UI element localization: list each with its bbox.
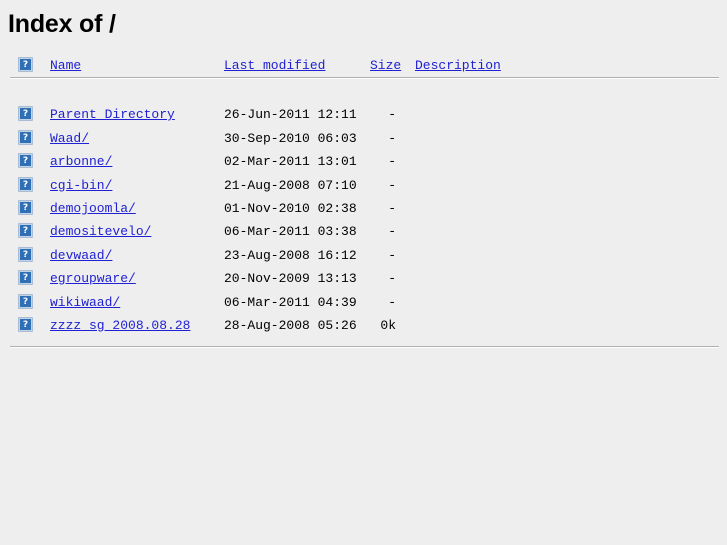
entry-last-modified: 23-Aug-2008 16:12 (224, 247, 357, 263)
entry-name[interactable]: devwaad/ (50, 244, 112, 267)
entry-link[interactable]: Parent Directory (50, 107, 175, 122)
broken-image-icon (18, 223, 33, 239)
table-row[interactable]: egroupware/ 20-Nov-2009 13:13 - (0, 267, 727, 290)
broken-image-icon (18, 176, 33, 192)
table-row[interactable]: demojoomla/ 01-Nov-2010 02:38 - (0, 197, 727, 220)
broken-image-icon (18, 270, 33, 286)
sort-by-date-link[interactable]: Last modified (224, 58, 325, 73)
column-header-size[interactable]: Size (370, 54, 401, 77)
entry-last-modified: 01-Nov-2010 02:38 (224, 200, 357, 216)
entry-name[interactable]: demositevelo/ (50, 220, 151, 243)
entry-link[interactable]: demojoomla/ (50, 201, 136, 216)
listing-spacer (0, 79, 727, 103)
broken-image-icon (18, 316, 33, 332)
entry-last-modified: 02-Mar-2011 13:01 (224, 154, 357, 170)
entry-name[interactable]: cgi-bin/ (50, 174, 112, 197)
entry-last-modified: 28-Aug-2008 05:26 (224, 317, 357, 333)
entry-size: - (388, 247, 396, 263)
entry-name[interactable]: Parent Directory (50, 103, 175, 126)
broken-image-icon (18, 129, 33, 145)
entry-link[interactable]: devwaad/ (50, 248, 112, 263)
entry-last-modified: 26-Jun-2011 12:11 (224, 107, 357, 123)
page-title-text: Index of / (8, 10, 116, 38)
listing-bottom-spacer (0, 337, 727, 346)
table-row[interactable]: arbonne/ 02-Mar-2011 13:01 - (0, 150, 727, 173)
entry-link[interactable]: demositevelo/ (50, 224, 151, 239)
broken-image-icon (18, 153, 33, 169)
entry-last-modified: 06-Mar-2011 03:38 (224, 224, 357, 240)
sort-by-size-link[interactable]: Size (370, 58, 401, 73)
table-row[interactable]: devwaad/ 23-Aug-2008 16:12 - (0, 244, 727, 267)
directory-index-page: Index of / Name Last modified Size Descr… (0, 0, 727, 349)
entry-name[interactable]: egroupware/ (50, 267, 136, 290)
broken-image-icon (18, 57, 33, 72)
entry-link[interactable]: cgi-bin/ (50, 178, 112, 193)
broken-image-icon (18, 246, 33, 262)
entry-size: - (388, 107, 396, 123)
entry-last-modified: 30-Sep-2010 06:03 (224, 130, 357, 146)
broken-image-icon (18, 293, 33, 309)
entry-link[interactable]: arbonne/ (50, 154, 112, 169)
column-header-description[interactable]: Description (415, 54, 501, 77)
entry-size: - (388, 224, 396, 240)
entry-link[interactable]: Waad/ (50, 131, 89, 146)
table-row[interactable]: demositevelo/ 06-Mar-2011 03:38 - (0, 220, 727, 243)
entry-size: - (388, 154, 396, 170)
table-row[interactable]: Parent Directory 26-Jun-2011 12:11 - (0, 103, 727, 126)
table-row[interactable]: zzzz_sg_2008.08.28 28-Aug-2008 05:26 0k (0, 314, 727, 337)
entry-size: - (388, 200, 396, 216)
entry-last-modified: 06-Mar-2011 04:39 (224, 294, 357, 310)
entry-size: - (388, 177, 396, 193)
broken-image-icon (18, 106, 33, 122)
entry-link[interactable]: wikiwaad/ (50, 295, 120, 310)
footer-divider (10, 346, 719, 349)
page-title: Index of / (0, 0, 727, 38)
broken-image-icon (18, 199, 33, 215)
sort-by-description-link[interactable]: Description (415, 58, 501, 73)
entry-name[interactable]: wikiwaad/ (50, 291, 120, 314)
entry-name[interactable]: zzzz_sg_2008.08.28 (50, 314, 190, 337)
column-header-name[interactable]: Name (50, 54, 81, 77)
entry-name[interactable]: arbonne/ (50, 150, 112, 173)
column-header-last-modified[interactable]: Last modified (224, 54, 325, 77)
entry-size: - (388, 294, 396, 310)
entry-name[interactable]: demojoomla/ (50, 197, 136, 220)
directory-listing: Name Last modified Size Description Pare… (0, 54, 727, 349)
sort-by-name-link[interactable]: Name (50, 58, 81, 73)
entry-size: 0k (380, 317, 396, 333)
table-row[interactable]: wikiwaad/ 06-Mar-2011 04:39 - (0, 291, 727, 314)
entry-size: - (388, 130, 396, 146)
entry-size: - (388, 271, 396, 287)
entry-link[interactable]: egroupware/ (50, 271, 136, 286)
table-row[interactable]: cgi-bin/ 21-Aug-2008 07:10 - (0, 174, 727, 197)
listing-header-row: Name Last modified Size Description (0, 54, 727, 77)
table-row[interactable]: Waad/ 30-Sep-2010 06:03 - (0, 127, 727, 150)
entry-last-modified: 20-Nov-2009 13:13 (224, 271, 357, 287)
entry-link[interactable]: zzzz_sg_2008.08.28 (50, 318, 190, 333)
entry-last-modified: 21-Aug-2008 07:10 (224, 177, 357, 193)
entry-name[interactable]: Waad/ (50, 127, 89, 150)
